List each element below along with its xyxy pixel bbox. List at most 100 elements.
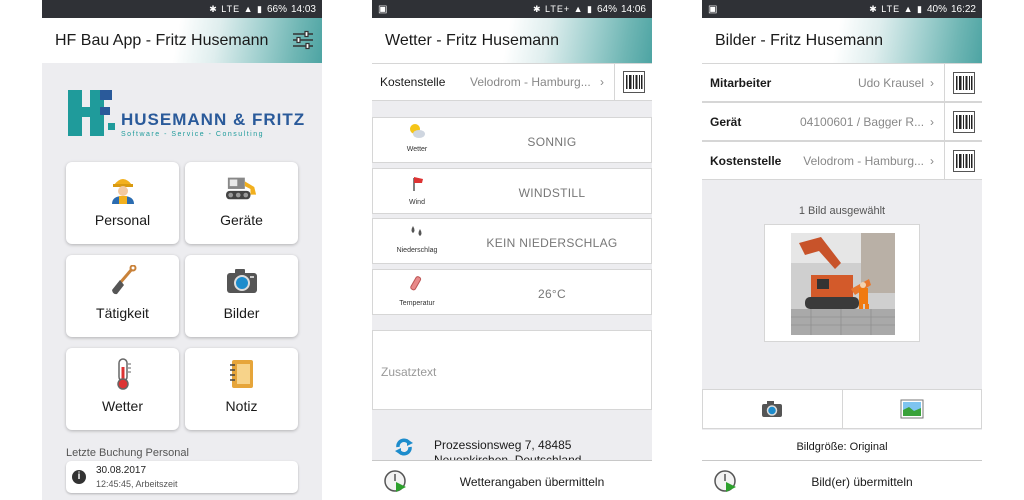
barcode-icon [952, 149, 975, 172]
chevron-right-icon: › [930, 153, 934, 168]
shovel-icon [107, 265, 139, 297]
clock: 14:06 [620, 3, 646, 15]
barcode-icon [952, 71, 975, 94]
raindrops-icon [411, 226, 422, 236]
image-notification-icon: ▣ [708, 3, 718, 15]
zusatztext-placeholder: Zusatztext [381, 365, 437, 379]
kostenstelle-row[interactable]: Kostenstelle Velodrom - Hamburg... › [372, 63, 652, 101]
company-logo: HUSEMANN & FRITZ Software - Service - Co… [68, 88, 308, 140]
thermometer-icon [107, 358, 139, 390]
worker-icon [107, 172, 139, 204]
barcode-scan-button[interactable] [614, 64, 652, 100]
image-source-actions [702, 389, 982, 429]
kostenstelle-value: Velodrom - Hamburg... [470, 75, 591, 89]
clock: 16:22 [950, 3, 976, 15]
zusatztext-field[interactable]: Zusatztext [372, 330, 652, 410]
app-bar: Wetter - Fritz Husemann [372, 18, 652, 63]
submit-weather-label: Wetterangaben übermitteln [459, 475, 605, 489]
address-line1: Prozessionsweg 7, 48485 [434, 438, 572, 452]
info-icon: i [72, 470, 86, 484]
tile-label: Geräte [220, 212, 263, 228]
weather-label: Wetter [406, 146, 428, 153]
status-bar: ▣ ✱ LTE ▲ ▮ 40% 16:22 [702, 0, 982, 18]
refresh-location-icon[interactable] [392, 435, 416, 459]
image-size-selector[interactable]: Bildgröße: Original [702, 430, 982, 460]
geraet-row[interactable]: Gerät 04100601 / Bagger R... › [702, 102, 982, 141]
image-notification-icon: ▣ [378, 3, 388, 15]
kostenstelle-label: Kostenstelle [380, 75, 446, 89]
tile-label: Notiz [225, 398, 258, 414]
tile-bilder[interactable]: Bilder [185, 255, 298, 337]
page-title: Wetter - Fritz Husemann [385, 31, 559, 49]
construction-photo [791, 233, 895, 335]
tile-wetter[interactable]: Wetter [66, 348, 179, 430]
wind-label: Wind [409, 199, 425, 206]
thermometer-icon [410, 276, 422, 291]
geraet-value: 04100601 / Bagger R... [800, 114, 925, 129]
barcode-scan-button[interactable] [944, 103, 982, 140]
chevron-right-icon: › [930, 114, 934, 129]
tile-taetigkeit[interactable]: Tätigkeit [66, 255, 179, 337]
precipitation-value: KEIN NIEDERSCHLAG [486, 236, 618, 250]
status-bar: ▣ ✱ LTE+ ▲ ▮ 64% 14:06 [372, 0, 652, 18]
battery-level: 66% [266, 3, 287, 15]
page-title: HF Bau App - Fritz Husemann [55, 31, 269, 49]
tile-personal[interactable]: Personal [66, 162, 179, 244]
weather-condition-card[interactable]: Wetter SONNIG [372, 117, 652, 163]
barcode-icon [952, 110, 975, 133]
battery-level: 64% [596, 3, 617, 15]
submit-images-button[interactable]: Bild(er) übermitteln [702, 460, 982, 500]
app-bar: Bilder - Fritz Husemann [702, 18, 982, 63]
last-booking-label: Letzte Buchung Personal [66, 447, 189, 459]
svg-text:HUSEMANN & FRITZ: HUSEMANN & FRITZ [121, 110, 305, 129]
last-booking-card[interactable]: i 30.08.2017 12:45:45, Arbeitszeit [66, 461, 298, 493]
svg-text:Software - Service - Consultin: Software - Service - Consulting [121, 131, 264, 138]
submit-weather-button[interactable]: Wetterangaben übermitteln [372, 460, 652, 500]
location-block[interactable]: Prozessionsweg 7, 48485 Neuenkirchen, De… [372, 425, 652, 467]
sun-cloud-icon [410, 124, 425, 138]
last-booking-detail: 12:45:45, Arbeitszeit [96, 479, 178, 489]
wind-value: WINDSTILL [518, 186, 586, 200]
app-bar: HF Bau App - Fritz Husemann [42, 18, 322, 63]
mitarbeiter-row[interactable]: Mitarbeiter Udo Krausel › [702, 63, 982, 102]
status-icons: ✱ LTE+ ▲ ▮ [532, 3, 593, 14]
chevron-right-icon: › [930, 75, 934, 90]
image-preview-frame[interactable] [764, 224, 920, 342]
kostenstelle-label: Kostenstelle [710, 153, 782, 168]
status-bar: ✱ LTE ▲ ▮ 66% 14:03 [42, 0, 322, 18]
settings-sliders-icon[interactable] [292, 30, 314, 50]
wind-card[interactable]: Wind WINDSTILL [372, 168, 652, 214]
camera-icon [762, 401, 783, 417]
send-clock-icon [384, 470, 406, 492]
last-booking-date: 30.08.2017 [96, 465, 147, 476]
excavator-icon [225, 172, 258, 204]
tile-label: Tätigkeit [96, 305, 149, 321]
temperature-card[interactable]: Temperatur 26°C [372, 269, 652, 315]
kostenstelle-row[interactable]: Kostenstelle Velodrom - Hamburg... › [702, 141, 982, 180]
kostenstelle-value: Velodrom - Hamburg... [803, 153, 924, 168]
tile-notiz[interactable]: Notiz [185, 348, 298, 430]
send-clock-icon [714, 470, 736, 492]
gallery-image-icon [900, 399, 924, 419]
selected-images-count: 1 Bild ausgewählt [798, 205, 886, 217]
clock: 14:03 [290, 3, 316, 15]
tile-label: Personal [94, 212, 151, 228]
barcode-scan-button[interactable] [944, 64, 982, 101]
husemann-fritz-logo: HUSEMANN & FRITZ Software - Service - Co… [68, 90, 305, 138]
camera-icon [226, 265, 258, 297]
barcode-scan-button[interactable] [944, 142, 982, 179]
precipitation-card[interactable]: Niederschlag KEIN NIEDERSCHLAG [372, 218, 652, 264]
tile-label: Bilder [223, 305, 260, 321]
temperature-label: Temperatur [399, 300, 435, 307]
geraet-label: Gerät [710, 114, 742, 129]
tile-geraete[interactable]: Geräte [185, 162, 298, 244]
home-screen: ✱ LTE ▲ ▮ 66% 14:03 HF Bau App - Fritz H… [42, 0, 322, 500]
weather-screen: ▣ ✱ LTE+ ▲ ▮ 64% 14:06 Wetter - Fritz Hu… [372, 0, 652, 500]
take-photo-button[interactable] [703, 390, 843, 428]
images-screen: ▣ ✱ LTE ▲ ▮ 40% 16:22 Bilder - Fritz Hus… [702, 0, 982, 500]
page-title: Bilder - Fritz Husemann [715, 31, 884, 49]
temperature-value: 26°C [537, 287, 566, 301]
gallery-button[interactable] [843, 390, 982, 428]
chevron-right-icon: › [600, 75, 604, 89]
notebook-icon [226, 358, 258, 390]
